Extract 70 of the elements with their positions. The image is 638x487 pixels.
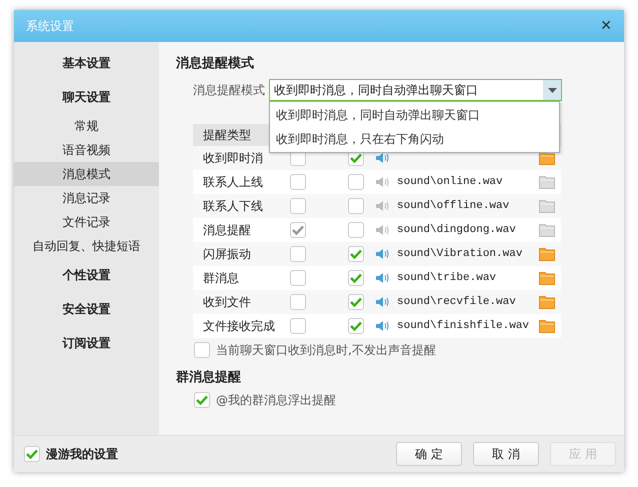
speaker-icon[interactable] — [375, 176, 389, 188]
field-label: 消息提醒模式 — [193, 82, 266, 98]
checkbox[interactable] — [24, 446, 40, 462]
folder-icon[interactable] — [539, 199, 555, 213]
sidebar-item[interactable]: 自动回复、快捷短语 — [14, 234, 159, 258]
checkbox[interactable] — [348, 318, 364, 334]
speaker-icon[interactable] — [375, 296, 389, 308]
checkbox-label: @我的群消息浮出提醒 — [216, 392, 336, 408]
section-title: 消息提醒模式 — [176, 55, 255, 73]
table-cell-text: sound\Vibration.wav — [397, 248, 524, 260]
table-cell-text: 群消息 — [202, 270, 240, 286]
checkbox[interactable] — [290, 270, 306, 286]
speaker-icon[interactable] — [375, 200, 389, 212]
checkbox[interactable] — [290, 174, 306, 190]
table-cell-text: 收到即时消 — [202, 150, 264, 166]
sidebar-item[interactable]: 语音视频 — [14, 138, 159, 162]
mode-dropdown[interactable]: 收到即时消息，同时自动弹出聊天窗口 — [269, 79, 562, 101]
checkbox[interactable] — [348, 294, 364, 310]
table-cell-text: sound\finishfile.wav — [397, 320, 530, 332]
folder-icon[interactable] — [539, 295, 555, 309]
sidebar-item[interactable]: 消息记录 — [14, 186, 159, 210]
table-cell-text: sound\offline.wav — [397, 200, 510, 212]
checkbox[interactable] — [290, 318, 306, 334]
section-title: 群消息提醒 — [176, 369, 242, 387]
table-cell-text: 闪屏振动 — [202, 246, 252, 262]
table-cell-text: sound\dingdong.wav — [397, 224, 517, 236]
checkbox[interactable] — [348, 198, 364, 214]
sidebar-item[interactable]: 文件记录 — [14, 210, 159, 234]
column-header: 提醒类型 — [203, 126, 251, 144]
dropdown-option[interactable]: 收到即时消息，只在右下角闪动 — [270, 127, 559, 151]
folder-icon[interactable] — [539, 271, 555, 285]
checkbox[interactable] — [348, 246, 364, 262]
table-cell-text: 消息提醒 — [202, 222, 252, 238]
sidebar-item[interactable]: 基本设置 — [14, 50, 159, 84]
folder-icon[interactable] — [539, 223, 555, 237]
sidebar-item[interactable]: 个性设置 — [14, 262, 159, 296]
checkbox[interactable] — [348, 270, 364, 286]
sidebar-item[interactable]: 消息模式 — [14, 162, 159, 186]
folder-icon[interactable] — [539, 175, 555, 189]
speaker-icon[interactable] — [375, 320, 389, 332]
checkbox[interactable] — [290, 294, 306, 310]
checkbox[interactable] — [194, 342, 210, 358]
dialog-button[interactable]: 确 定 — [396, 442, 462, 466]
checkbox[interactable] — [290, 198, 306, 214]
dropdown-option[interactable]: 收到即时消息，同时自动弹出聊天窗口 — [270, 103, 559, 127]
folder-icon[interactable] — [539, 319, 555, 333]
table-cell-text: sound\online.wav — [397, 176, 504, 188]
checkbox-label: 漫游我的设置 — [46, 446, 118, 462]
sidebar-item[interactable]: 订阅设置 — [14, 330, 159, 364]
checkbox-label: 当前聊天窗口收到消息时,不发出声音提醒 — [216, 342, 436, 358]
table-cell-text: sound\recvfile.wav — [397, 296, 517, 308]
checkbox[interactable] — [348, 174, 364, 190]
table-cell-text: 文件接收完成 — [202, 318, 276, 334]
checkbox[interactable] — [348, 222, 364, 238]
table-cell-text: 联系人下线 — [202, 198, 264, 214]
checkbox[interactable] — [194, 392, 210, 408]
dialog-button[interactable]: 取 消 — [473, 442, 539, 466]
sidebar-item[interactable]: 安全设置 — [14, 296, 159, 330]
speaker-icon[interactable] — [375, 224, 389, 236]
close-button[interactable]: ✕ — [598, 18, 614, 34]
table-cell-text: sound\tribe.wav — [397, 272, 498, 284]
folder-icon[interactable] — [539, 247, 555, 261]
checkbox[interactable] — [290, 246, 306, 262]
table-cell-text: 收到文件 — [202, 294, 252, 310]
folder-icon[interactable] — [539, 151, 555, 165]
speaker-icon[interactable] — [375, 152, 389, 164]
speaker-icon[interactable] — [375, 272, 389, 284]
window-title: 系统设置 — [26, 18, 74, 34]
speaker-icon[interactable] — [375, 248, 389, 260]
table-cell-text: 联系人上线 — [202, 174, 264, 190]
